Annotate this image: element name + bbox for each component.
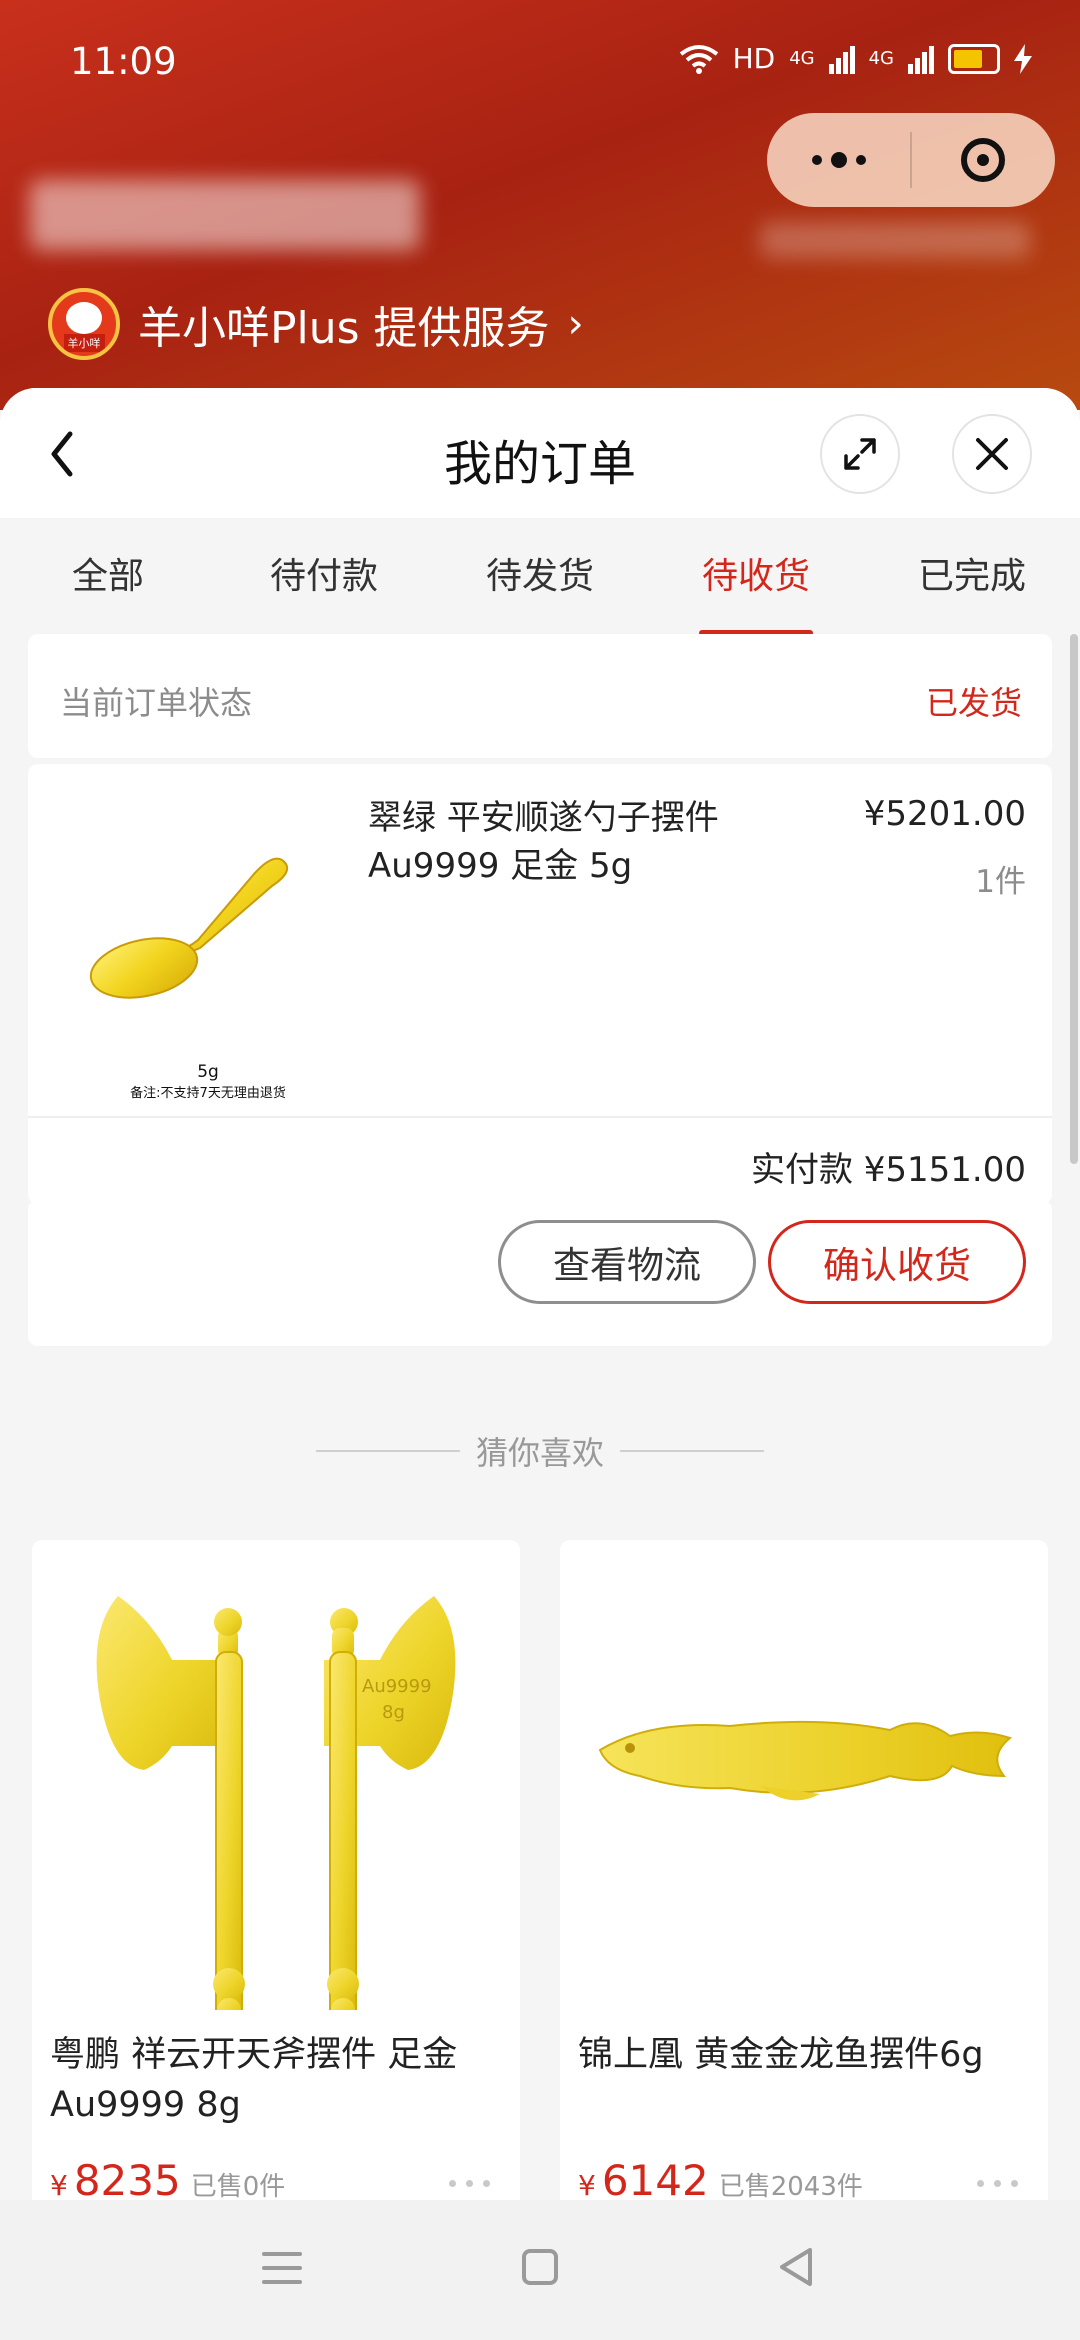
tab-all[interactable]: 全部 [0,518,216,636]
signal-label-1: 4G [789,48,815,69]
gold-fish-image [598,1720,1013,1801]
chevron-right-icon: › [567,301,584,347]
back-icon[interactable] [40,424,84,484]
product-image-caption: 5g 备注:不支持7天无理由退货 [98,1062,318,1101]
gold-axe-image: Au9999 8g [96,1596,456,2010]
more-dots-icon[interactable] [449,2180,490,2187]
tab-pending-payment[interactable]: 待付款 [216,518,432,636]
product-quantity: 1件 [975,864,1026,900]
recommend-item-name: 粤鹏 祥云开天斧摆件 足金Au9999 8g [50,2035,458,2125]
expand-icon [844,438,876,470]
view-logistics-button[interactable]: 查看物流 [498,1220,756,1304]
order-status-value: 已发货 [925,684,1022,722]
back-nav-icon[interactable] [776,2246,816,2288]
service-provider[interactable]: 羊小咩 羊小咩Plus 提供服务 › [48,288,584,360]
status-time: 11:09 [70,40,177,83]
more-dots-icon[interactable] [977,2180,1018,2187]
recommend-item[interactable]: Au9999 8g 粤鹏 祥云开天斧摆件 足金Au9999 8g ¥ 8235 … [32,1540,520,2240]
exit-mini-program-button[interactable] [912,113,1055,207]
nav-bar: 我的订单 [0,388,1080,518]
system-nav-bar [0,2200,1080,2340]
recommend-item-name: 锦上凰 黄金金龙鱼摆件6g [578,2035,984,2075]
confirm-receipt-button[interactable]: 确认收货 [768,1220,1026,1304]
recommend-item-meta: ¥ 8235 已售0件 [50,2156,285,2205]
signal-icon [828,45,855,74]
currency-symbol: ¥ [50,2169,68,2202]
tab-pending-shipment[interactable]: 待发货 [432,518,648,636]
order-actions: 查看物流 确认收货 [28,1200,1052,1346]
currency-symbol: ¥ [578,2169,596,2202]
recommend-item-price: 8235 [73,2156,181,2205]
gold-spoon-image [89,857,289,999]
service-logo: 羊小咩 [48,288,120,360]
order-status-card: 当前订单状态 已发货 [28,634,1052,758]
recommend-heading-text: 猜你喜欢 [475,1434,604,1472]
expand-button[interactable] [820,414,900,494]
close-button[interactable] [952,414,1032,494]
mini-program-capsule [767,113,1055,207]
recommend-item[interactable]: 锦上凰 黄金金龙鱼摆件6g ¥ 6142 已售2043件 [560,1540,1048,2240]
orders-sheet: 我的订单 全部 待付款 待发货 待收货 已完成 当前订单状态 已发货 5g 备注… [0,388,1080,2340]
signal-icon [908,45,934,74]
order-status-label: 当前订单状态 [60,684,253,722]
blurred-title [30,180,420,250]
recommend-item-sold: 已售2043件 [718,2172,863,2202]
service-label: 羊小咩Plus 提供服务 [138,303,550,354]
charging-icon [1014,43,1032,74]
recommend-heading: 猜你喜欢 [0,1428,1080,1474]
axe-engraving-weight: 8g [382,1702,405,1723]
recommend-item-price: 6142 [601,2156,709,2205]
page-title: 我的订单 [443,436,636,492]
divider [28,1116,1052,1118]
more-button[interactable] [767,113,910,207]
service-logo-tag: 羊小咩 [63,334,105,352]
scrollbar[interactable] [1070,634,1078,1164]
ellipsis-icon [811,152,866,168]
close-icon [976,438,1008,470]
menu-icon[interactable] [262,2250,302,2286]
tab-pending-receipt[interactable]: 待收货 [648,518,864,636]
paid-amount: 实付款 ¥5151.00 [750,1150,1026,1190]
product-image-weight: 5g [197,1062,219,1082]
order-tabs: 全部 待付款 待发货 待收货 已完成 [0,518,1080,636]
tab-completed[interactable]: 已完成 [864,518,1080,636]
product-price: ¥5201.00 [863,794,1026,834]
network-label: HD [732,42,776,75]
home-icon[interactable] [521,2248,559,2286]
axe-engraving-brand: Au9999 [362,1676,432,1697]
signal-label-2: 4G [868,48,894,69]
battery-icon [948,43,1000,74]
product-title: 翠绿 平安顺遂勺子摆件 Au9999 足金 5g [368,798,719,886]
recommend-item-meta: ¥ 6142 已售2043件 [578,2156,863,2205]
status-icons: HD 4G 4G [679,42,1032,75]
product-image-note: 备注:不支持7天无理由退货 [130,1086,286,1101]
blurred-subtitle [760,222,1030,258]
target-icon [961,138,1006,182]
recommend-item-sold: 已售0件 [190,2172,286,2202]
order-product-card[interactable]: 5g 备注:不支持7天无理由退货 翠绿 平安顺遂勺子摆件 Au9999 足金 5… [28,764,1052,1204]
wifi-icon [679,44,718,74]
